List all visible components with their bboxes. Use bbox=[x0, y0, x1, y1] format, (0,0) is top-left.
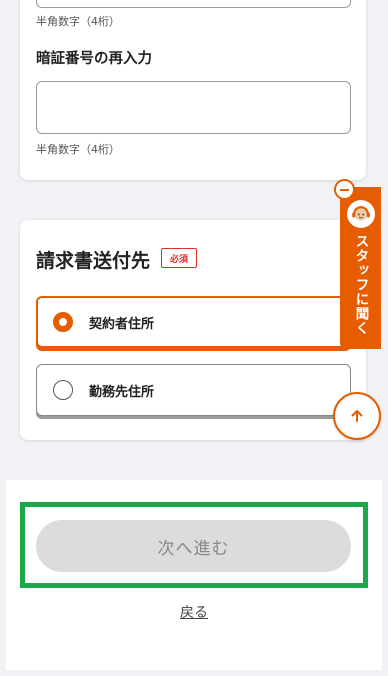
radio-label: 勤務先住所 bbox=[89, 384, 155, 400]
back-link[interactable]: 戻る bbox=[0, 602, 388, 622]
next-button[interactable]: 次へ進む bbox=[36, 520, 351, 572]
ask-staff-tab[interactable]: スタッフに聞く bbox=[340, 187, 381, 349]
billing-title: 請求書送付先 bbox=[36, 250, 151, 272]
pin-hint: 半角数字（4桁） bbox=[36, 15, 120, 28]
headset-person-icon bbox=[346, 200, 375, 228]
collapse-minus-icon[interactable] bbox=[334, 179, 355, 200]
radio-unselected-icon[interactable] bbox=[53, 380, 73, 400]
pin-input[interactable] bbox=[36, 0, 351, 8]
pin-confirm-hint: 半角数字（4桁） bbox=[36, 143, 120, 156]
radio-label: 契約者住所 bbox=[89, 316, 155, 332]
ask-staff-label: スタッフに聞く bbox=[352, 234, 369, 336]
scroll-top-button[interactable] bbox=[333, 392, 381, 440]
radio-option-contractor-address[interactable]: 契約者住所 bbox=[36, 296, 351, 348]
radio-option-work-address[interactable]: 勤務先住所 bbox=[36, 364, 351, 416]
arrow-up-icon bbox=[351, 410, 363, 422]
pin-confirm-input[interactable] bbox=[36, 81, 351, 134]
pin-confirm-label: 暗証番号の再入力 bbox=[36, 51, 152, 67]
required-badge: 必須 bbox=[161, 248, 197, 268]
radio-selected-icon[interactable] bbox=[53, 312, 73, 332]
